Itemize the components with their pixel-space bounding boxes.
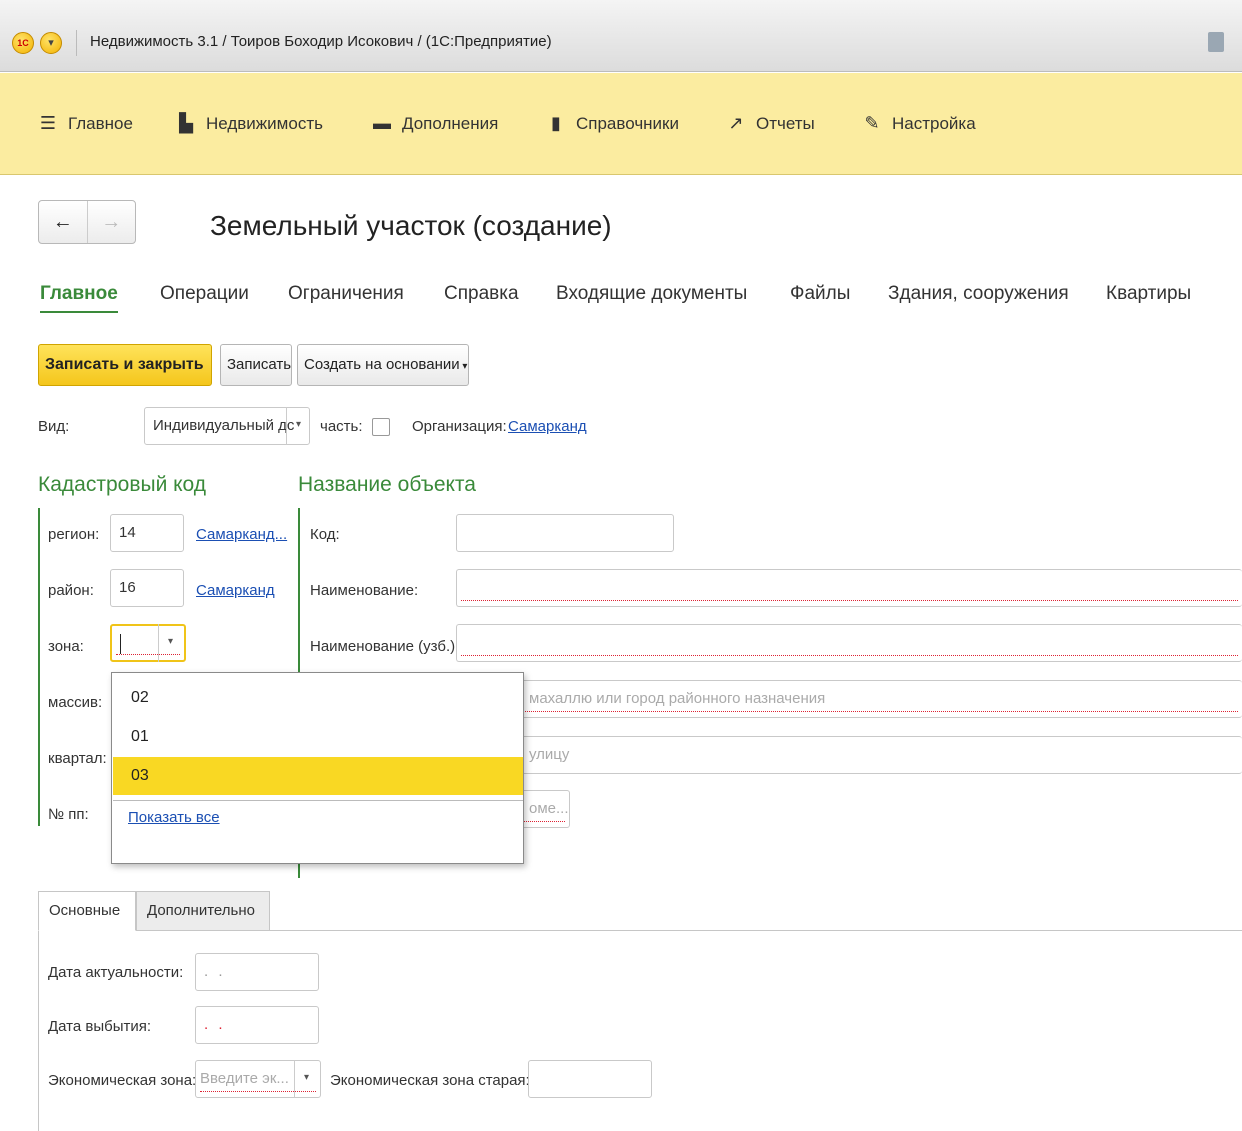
tab-incoming-docs[interactable]: Входящие документы	[556, 283, 747, 305]
zone-option[interactable]: 01	[113, 718, 523, 756]
tab-apartments[interactable]: Квартиры	[1106, 283, 1191, 305]
chart-icon: ↗	[728, 113, 744, 133]
econ-zone-placeholder: Введите эк...	[200, 1070, 289, 1087]
section-label: Недвижимость	[206, 113, 323, 133]
save-button[interactable]: Записать	[220, 344, 292, 386]
name-uz-label: Наименование (узб.):	[310, 638, 460, 655]
section-catalogs[interactable]: ▮ Справочники	[546, 113, 679, 134]
sections-panel: ☰ Главное ▙ Недвижимость ▬ Дополнения ▮ …	[0, 73, 1242, 175]
title-divider	[76, 30, 77, 56]
kvartal-label: квартал:	[48, 750, 107, 767]
date-actual-label: Дата актуальности:	[48, 964, 184, 981]
hamburger-menu-icon: ☰	[39, 113, 57, 133]
district-link[interactable]: Самарканд	[196, 582, 275, 599]
text-cursor	[120, 634, 121, 655]
street-placeholder: улицу	[529, 746, 570, 763]
save-and-close-button[interactable]: Записать и закрыть	[38, 344, 212, 386]
region-field[interactable]: 14	[110, 514, 184, 552]
section-label: Справочники	[576, 113, 679, 133]
window-icon[interactable]	[1208, 32, 1224, 52]
window-title: Недвижимость 3.1 / Тоиров Боходир Исоков…	[90, 33, 552, 50]
name-field[interactable]	[456, 569, 1242, 607]
title-bar: 1С ▾ Недвижимость 3.1 / Тоиров Боходир И…	[0, 0, 1242, 72]
wrench-icon: ✎	[864, 113, 880, 133]
tab-additional[interactable]: Дополнительно	[136, 891, 270, 931]
district-label: район:	[48, 582, 94, 599]
partial-button-label: оме...	[529, 800, 569, 817]
region-label: регион:	[48, 526, 100, 543]
organization-label: Организация:	[412, 418, 507, 435]
econ-zone-old-label: Экономическая зона старая:	[330, 1072, 530, 1089]
section-main[interactable]: ☰ Главное	[38, 113, 133, 134]
object-name-heading: Название объекта	[298, 473, 476, 496]
name-label: Наименование:	[310, 582, 419, 599]
organization-link[interactable]: Самарканд	[508, 418, 587, 435]
app-logo-icon: 1С	[12, 32, 34, 54]
forward-arrow-icon[interactable]: →	[88, 201, 136, 243]
show-all-link[interactable]: Показать все	[128, 809, 220, 826]
chevron-down-icon[interactable]: ▾	[158, 624, 182, 662]
book-icon: ▮	[551, 113, 561, 133]
vid-label: Вид:	[38, 418, 70, 435]
cadastral-code-heading: Кадастровый код	[38, 473, 207, 496]
district-field[interactable]: 16	[110, 569, 184, 607]
main-menu-button[interactable]: ▾	[40, 32, 62, 54]
zone-option[interactable]: 02	[113, 679, 523, 717]
section-additions[interactable]: ▬ Дополнения	[372, 113, 498, 134]
part-checkbox[interactable]	[372, 418, 390, 436]
section-label: Настройка	[892, 113, 976, 133]
npp-label: № пп:	[48, 806, 89, 823]
date-actual-mask: . .	[204, 963, 226, 980]
street-field[interactable]: улицу	[456, 736, 1242, 774]
back-arrow-icon[interactable]: ←	[39, 201, 88, 243]
zone-dropdown: 02 01 03 Показать все	[111, 672, 524, 864]
chevron-down-icon: ▾	[459, 361, 468, 372]
code-label: Код:	[310, 526, 340, 543]
chevron-down-icon[interactable]: ▾	[294, 1060, 318, 1098]
tab-main[interactable]: Главное	[40, 283, 118, 313]
section-label: Главное	[68, 113, 133, 133]
tab-basic[interactable]: Основные	[38, 891, 136, 931]
section-label: Отчеты	[756, 113, 815, 133]
date-actual-field[interactable]: . .	[195, 953, 319, 991]
history-navigation: ← →	[38, 200, 136, 244]
mahalla-placeholder: махаллю или город районного назначения	[529, 690, 826, 707]
tab-operations[interactable]: Операции	[160, 283, 249, 305]
name-uz-field[interactable]	[456, 624, 1242, 662]
tab-buildings[interactable]: Здания, сооружения	[888, 283, 1069, 305]
section-label: Дополнения	[402, 113, 499, 133]
region-link[interactable]: Самарканд...	[196, 526, 287, 543]
date-exit-label: Дата выбытия:	[48, 1018, 152, 1035]
econ-zone-old-field[interactable]	[528, 1060, 652, 1098]
code-field[interactable]	[456, 514, 674, 552]
tab-files[interactable]: Файлы	[790, 283, 850, 305]
tab-reference[interactable]: Справка	[444, 283, 519, 305]
create-based-on-button[interactable]: Создать на основании ▾	[297, 344, 469, 386]
section-reports[interactable]: ↗ Отчеты	[726, 113, 815, 134]
building-icon: ▙	[179, 113, 193, 133]
massiv-label: массив:	[48, 694, 103, 711]
part-label: часть:	[320, 418, 363, 435]
vid-value: Индивидуальный дс	[153, 417, 295, 434]
chevron-down-icon[interactable]: ▾	[286, 407, 310, 445]
date-exit-mask: . .	[204, 1016, 226, 1033]
page-title: Земельный участок (создание)	[210, 210, 612, 241]
section-settings[interactable]: ✎ Настройка	[862, 113, 976, 134]
zone-option-selected[interactable]: 03	[113, 757, 523, 795]
tab-restrictions[interactable]: Ограничения	[288, 283, 404, 305]
date-exit-field[interactable]: . .	[195, 1006, 319, 1044]
create-based-on-label: Создать на основании	[304, 356, 460, 373]
list-icon: ▬	[373, 113, 391, 133]
mahalla-field[interactable]: махаллю или город районного назначения	[456, 680, 1242, 718]
econ-zone-label: Экономическая зона:	[48, 1072, 197, 1089]
cadastral-group-line	[38, 508, 40, 826]
dropdown-divider	[113, 800, 523, 801]
zone-label: зона:	[48, 638, 84, 655]
section-real-estate[interactable]: ▙ Недвижимость	[176, 113, 323, 134]
